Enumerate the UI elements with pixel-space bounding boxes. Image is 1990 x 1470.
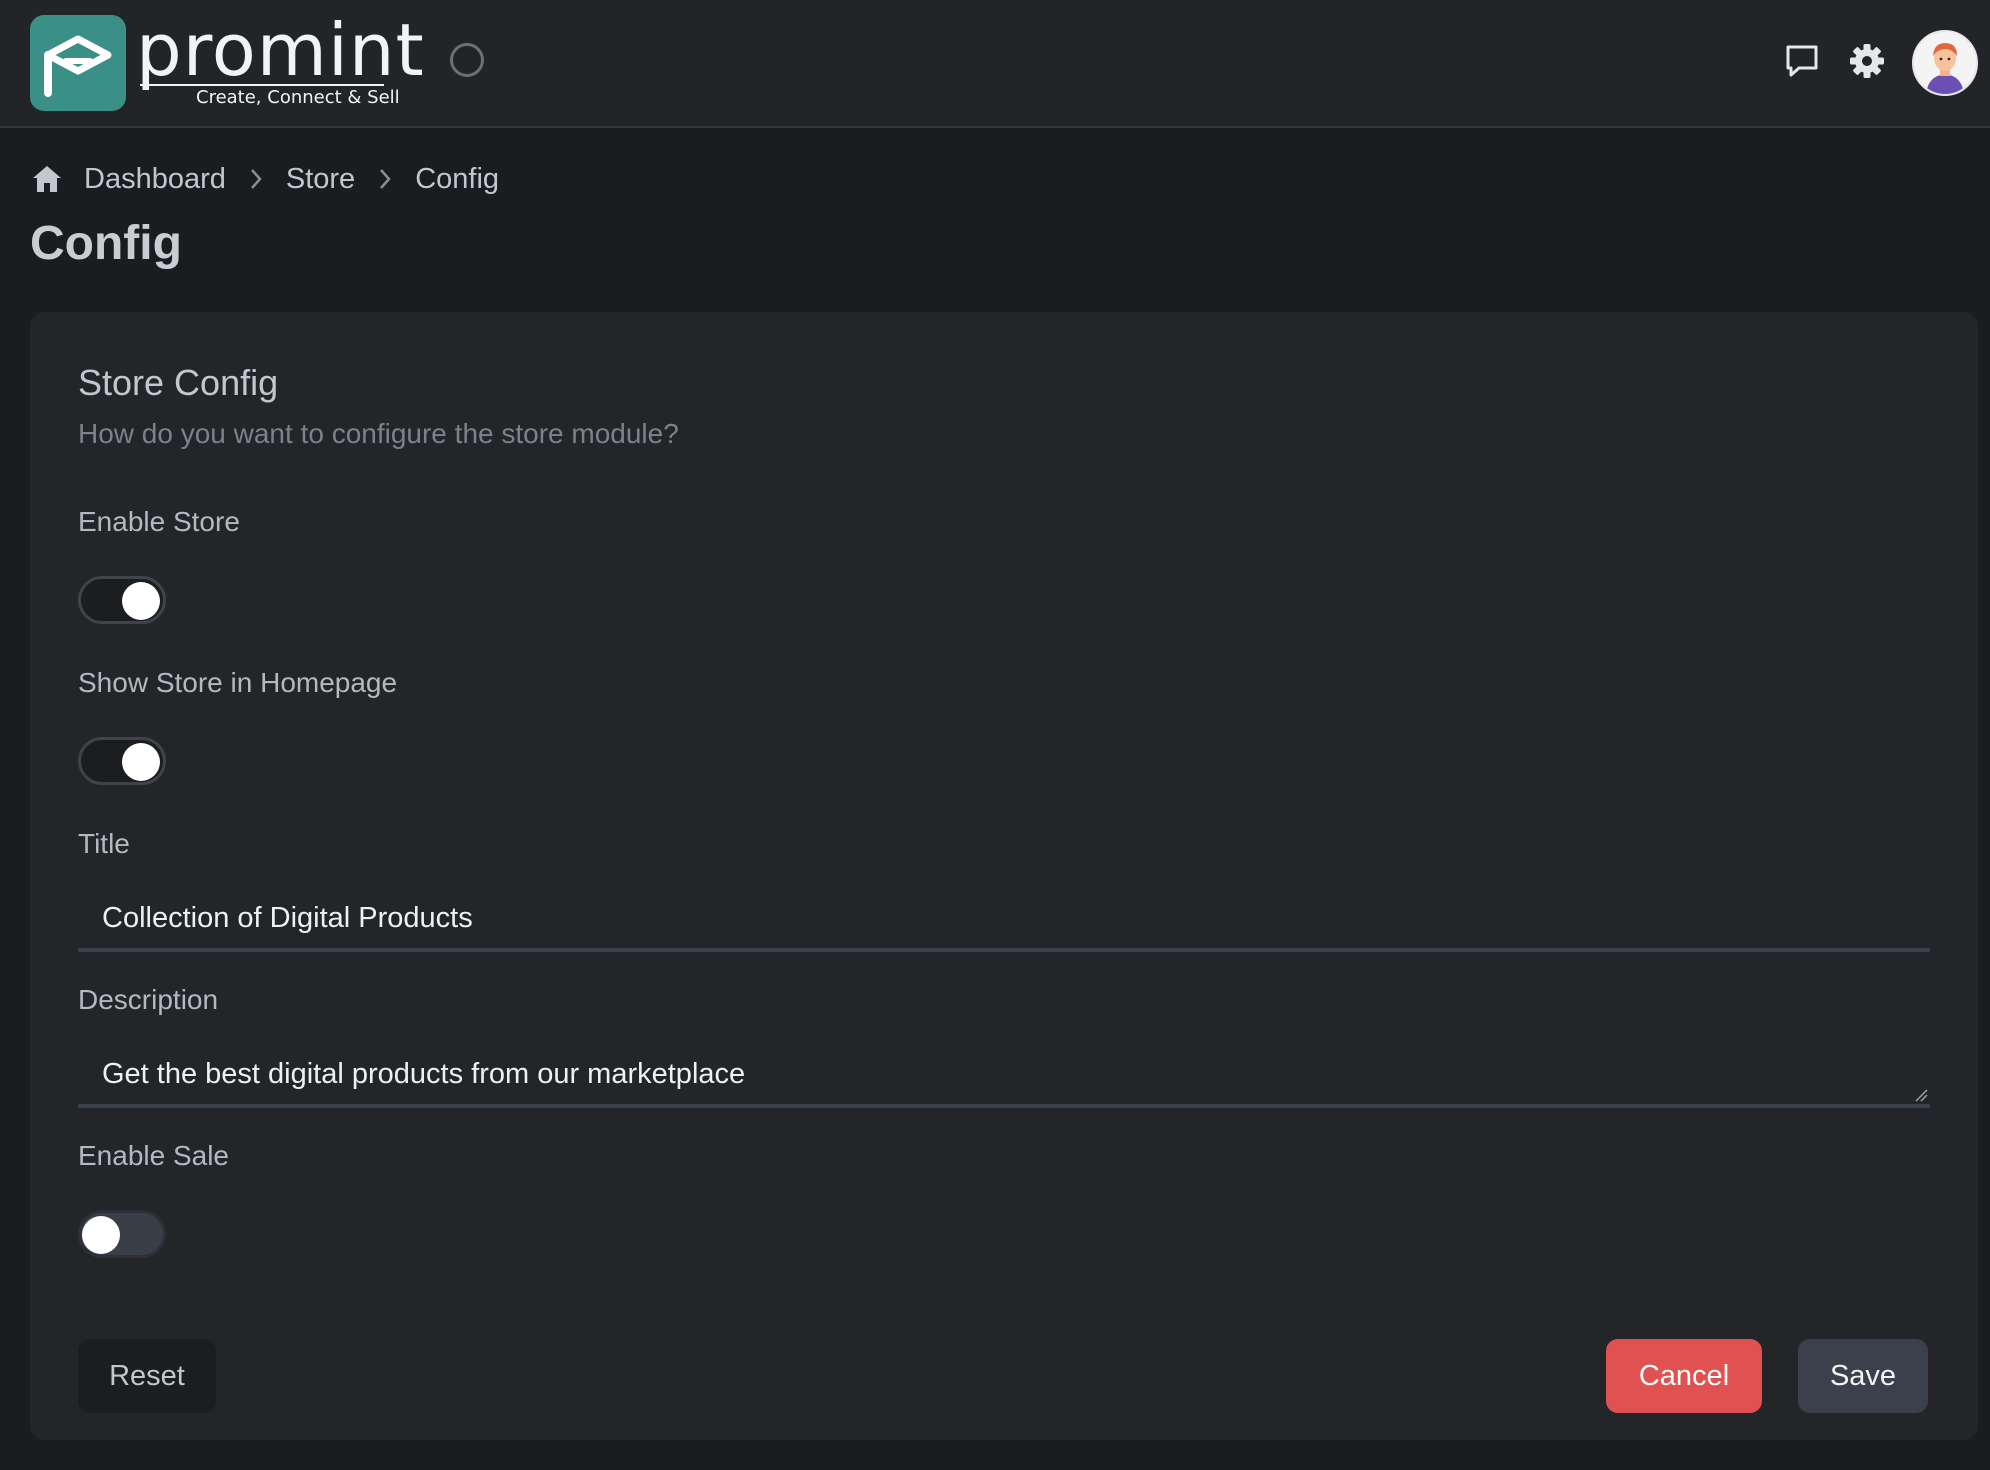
show-homepage-toggle[interactable]	[78, 737, 166, 785]
card-title: Store Config	[78, 362, 279, 403]
title-label: Title	[78, 828, 130, 859]
logo-icon[interactable]	[30, 15, 126, 111]
title-input[interactable]: Collection of Digital Products	[78, 888, 1930, 952]
reset-button[interactable]: Reset	[78, 1339, 216, 1413]
breadcrumb: Dashboard Store Config	[30, 158, 499, 200]
chevron-right-icon	[355, 158, 415, 200]
gear-icon[interactable]	[1848, 42, 1886, 80]
chevron-right-icon	[226, 158, 286, 200]
avatar[interactable]	[1912, 30, 1978, 96]
logo-tagline: Create, Connect & Sell	[196, 87, 400, 108]
breadcrumb-store[interactable]: Store	[286, 163, 355, 196]
logo-wordmark[interactable]: promint	[136, 10, 425, 90]
toggle-knob	[82, 1216, 120, 1254]
description-value: Get the best digital products from our m…	[102, 1058, 746, 1090]
home-icon[interactable]	[30, 162, 64, 196]
save-button[interactable]: Save	[1798, 1339, 1928, 1413]
store-config-card: Store Config How do you want to configur…	[30, 312, 1978, 1440]
breadcrumb-dashboard[interactable]: Dashboard	[84, 163, 226, 196]
enable-sale-label: Enable Sale	[78, 1140, 230, 1171]
toggle-knob	[122, 743, 160, 781]
show-homepage-label: Show Store in Homepage	[78, 667, 398, 698]
toggle-knob	[122, 582, 160, 620]
description-textarea[interactable]: Get the best digital products from our m…	[78, 1044, 1930, 1108]
resize-grip-icon[interactable]	[1914, 1088, 1928, 1102]
enable-store-label: Enable Store	[78, 506, 240, 537]
card-subtitle: How do you want to configure the store m…	[78, 418, 679, 449]
enable-sale-toggle[interactable]	[78, 1210, 166, 1258]
spinner-icon	[450, 43, 484, 77]
enable-store-toggle[interactable]	[78, 576, 166, 624]
logo-underline	[140, 84, 384, 86]
page-title: Config	[30, 217, 182, 270]
chat-icon[interactable]	[1783, 42, 1821, 80]
breadcrumb-config: Config	[415, 162, 500, 195]
top-header: promint Create, Connect & Sell	[0, 0, 1990, 128]
cancel-button[interactable]: Cancel	[1606, 1339, 1762, 1413]
description-label: Description	[78, 984, 219, 1015]
